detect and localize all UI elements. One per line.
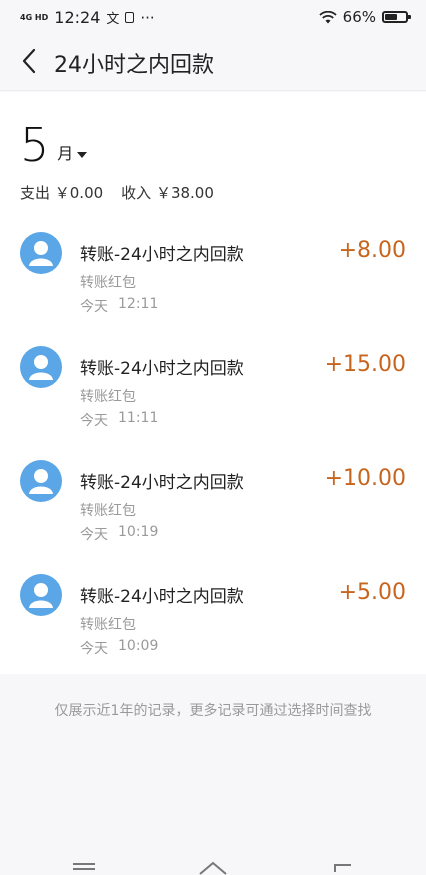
transaction-title: 转账-24小时之内回款 bbox=[80, 587, 244, 607]
network-indicator: 4G HD bbox=[20, 12, 49, 22]
avatar-icon bbox=[20, 232, 62, 274]
menu-icon[interactable] bbox=[73, 863, 95, 873]
avatar-icon bbox=[20, 574, 62, 616]
transaction-clock: 10:19 bbox=[118, 524, 159, 540]
transaction-time: 今天 10:19 bbox=[80, 524, 158, 544]
status-left: 4G HD 12:24 文 ··· bbox=[20, 8, 155, 27]
chevron-left-icon bbox=[22, 48, 36, 74]
battery-icon bbox=[382, 11, 411, 23]
expense-total: 支出 ￥0.00 bbox=[20, 184, 104, 202]
translate-icon: 文 bbox=[106, 12, 120, 27]
transaction-time: 今天 12:11 bbox=[80, 296, 158, 316]
transaction-clock: 11:11 bbox=[118, 410, 159, 426]
history-note: 仅展示近1年的记录，更多记录可通过选择时间查找 bbox=[54, 703, 372, 719]
transaction-title: 转账-24小时之内回款 bbox=[80, 473, 244, 493]
caret-down-icon bbox=[77, 152, 88, 158]
transaction-category: 转账红包 bbox=[80, 503, 136, 519]
month-picker[interactable]: 5 月 bbox=[20, 118, 88, 172]
status-time: 12:24 bbox=[54, 8, 101, 27]
transaction-day: 今天 bbox=[80, 527, 108, 543]
transaction-amount: +15.00 bbox=[324, 352, 406, 377]
back-button[interactable] bbox=[14, 46, 44, 76]
transaction-title: 转账-24小时之内回款 bbox=[80, 245, 244, 265]
wifi-icon bbox=[319, 10, 337, 23]
transaction-amount: +5.00 bbox=[338, 580, 406, 605]
home-icon[interactable] bbox=[198, 861, 228, 875]
income-total: 收入 ￥38.00 bbox=[121, 184, 214, 202]
transaction-category: 转账红包 bbox=[80, 617, 136, 633]
back-nav-icon[interactable] bbox=[331, 862, 355, 874]
sim-icon bbox=[125, 12, 135, 23]
more-notifications-icon: ··· bbox=[140, 8, 155, 27]
status-bar: 4G HD 12:24 文 ··· 66% bbox=[0, 0, 426, 34]
transaction-day: 今天 bbox=[80, 413, 108, 429]
app-header: 24小时之内回款 bbox=[0, 34, 426, 91]
avatar-icon bbox=[20, 346, 62, 388]
transaction-day: 今天 bbox=[80, 299, 108, 315]
transaction-category: 转账红包 bbox=[80, 275, 136, 291]
transaction-category: 转账红包 bbox=[80, 389, 136, 405]
transaction-time: 今天 11:11 bbox=[80, 410, 158, 430]
transaction-row[interactable]: 转账-24小时之内回款 转账红包 今天 10:19 +10.00 bbox=[0, 450, 426, 564]
transaction-row[interactable]: 转账-24小时之内回款 转账红包 今天 11:11 +15.00 bbox=[0, 336, 426, 450]
transaction-list: 转账-24小时之内回款 转账红包 今天 12:11 +8.00 转账-24小时之… bbox=[0, 222, 426, 678]
transaction-row[interactable]: 转账-24小时之内回款 转账红包 今天 10:09 +5.00 bbox=[0, 564, 426, 678]
status-right: 66% bbox=[319, 8, 411, 26]
transaction-amount: +10.00 bbox=[324, 466, 406, 491]
month-value: 5 bbox=[20, 118, 50, 172]
transaction-clock: 10:09 bbox=[118, 638, 159, 654]
page-title: 24小时之内回款 bbox=[54, 53, 214, 78]
month-unit: 月 bbox=[57, 144, 74, 163]
bill-list-panel: 5 月 支出 ￥0.00 收入 ￥38.00 转账-24小时之内回款 转账红包 … bbox=[0, 92, 426, 674]
transaction-clock: 12:11 bbox=[118, 296, 159, 312]
transaction-title: 转账-24小时之内回款 bbox=[80, 359, 244, 379]
transaction-day: 今天 bbox=[80, 641, 108, 657]
transaction-amount: +8.00 bbox=[338, 238, 406, 263]
month-summary: 支出 ￥0.00 收入 ￥38.00 bbox=[20, 182, 214, 203]
system-nav-bar bbox=[0, 855, 426, 875]
transaction-time: 今天 10:09 bbox=[80, 638, 158, 658]
transaction-row[interactable]: 转账-24小时之内回款 转账红包 今天 12:11 +8.00 bbox=[0, 222, 426, 336]
avatar-icon bbox=[20, 460, 62, 502]
battery-percent: 66% bbox=[342, 8, 376, 26]
